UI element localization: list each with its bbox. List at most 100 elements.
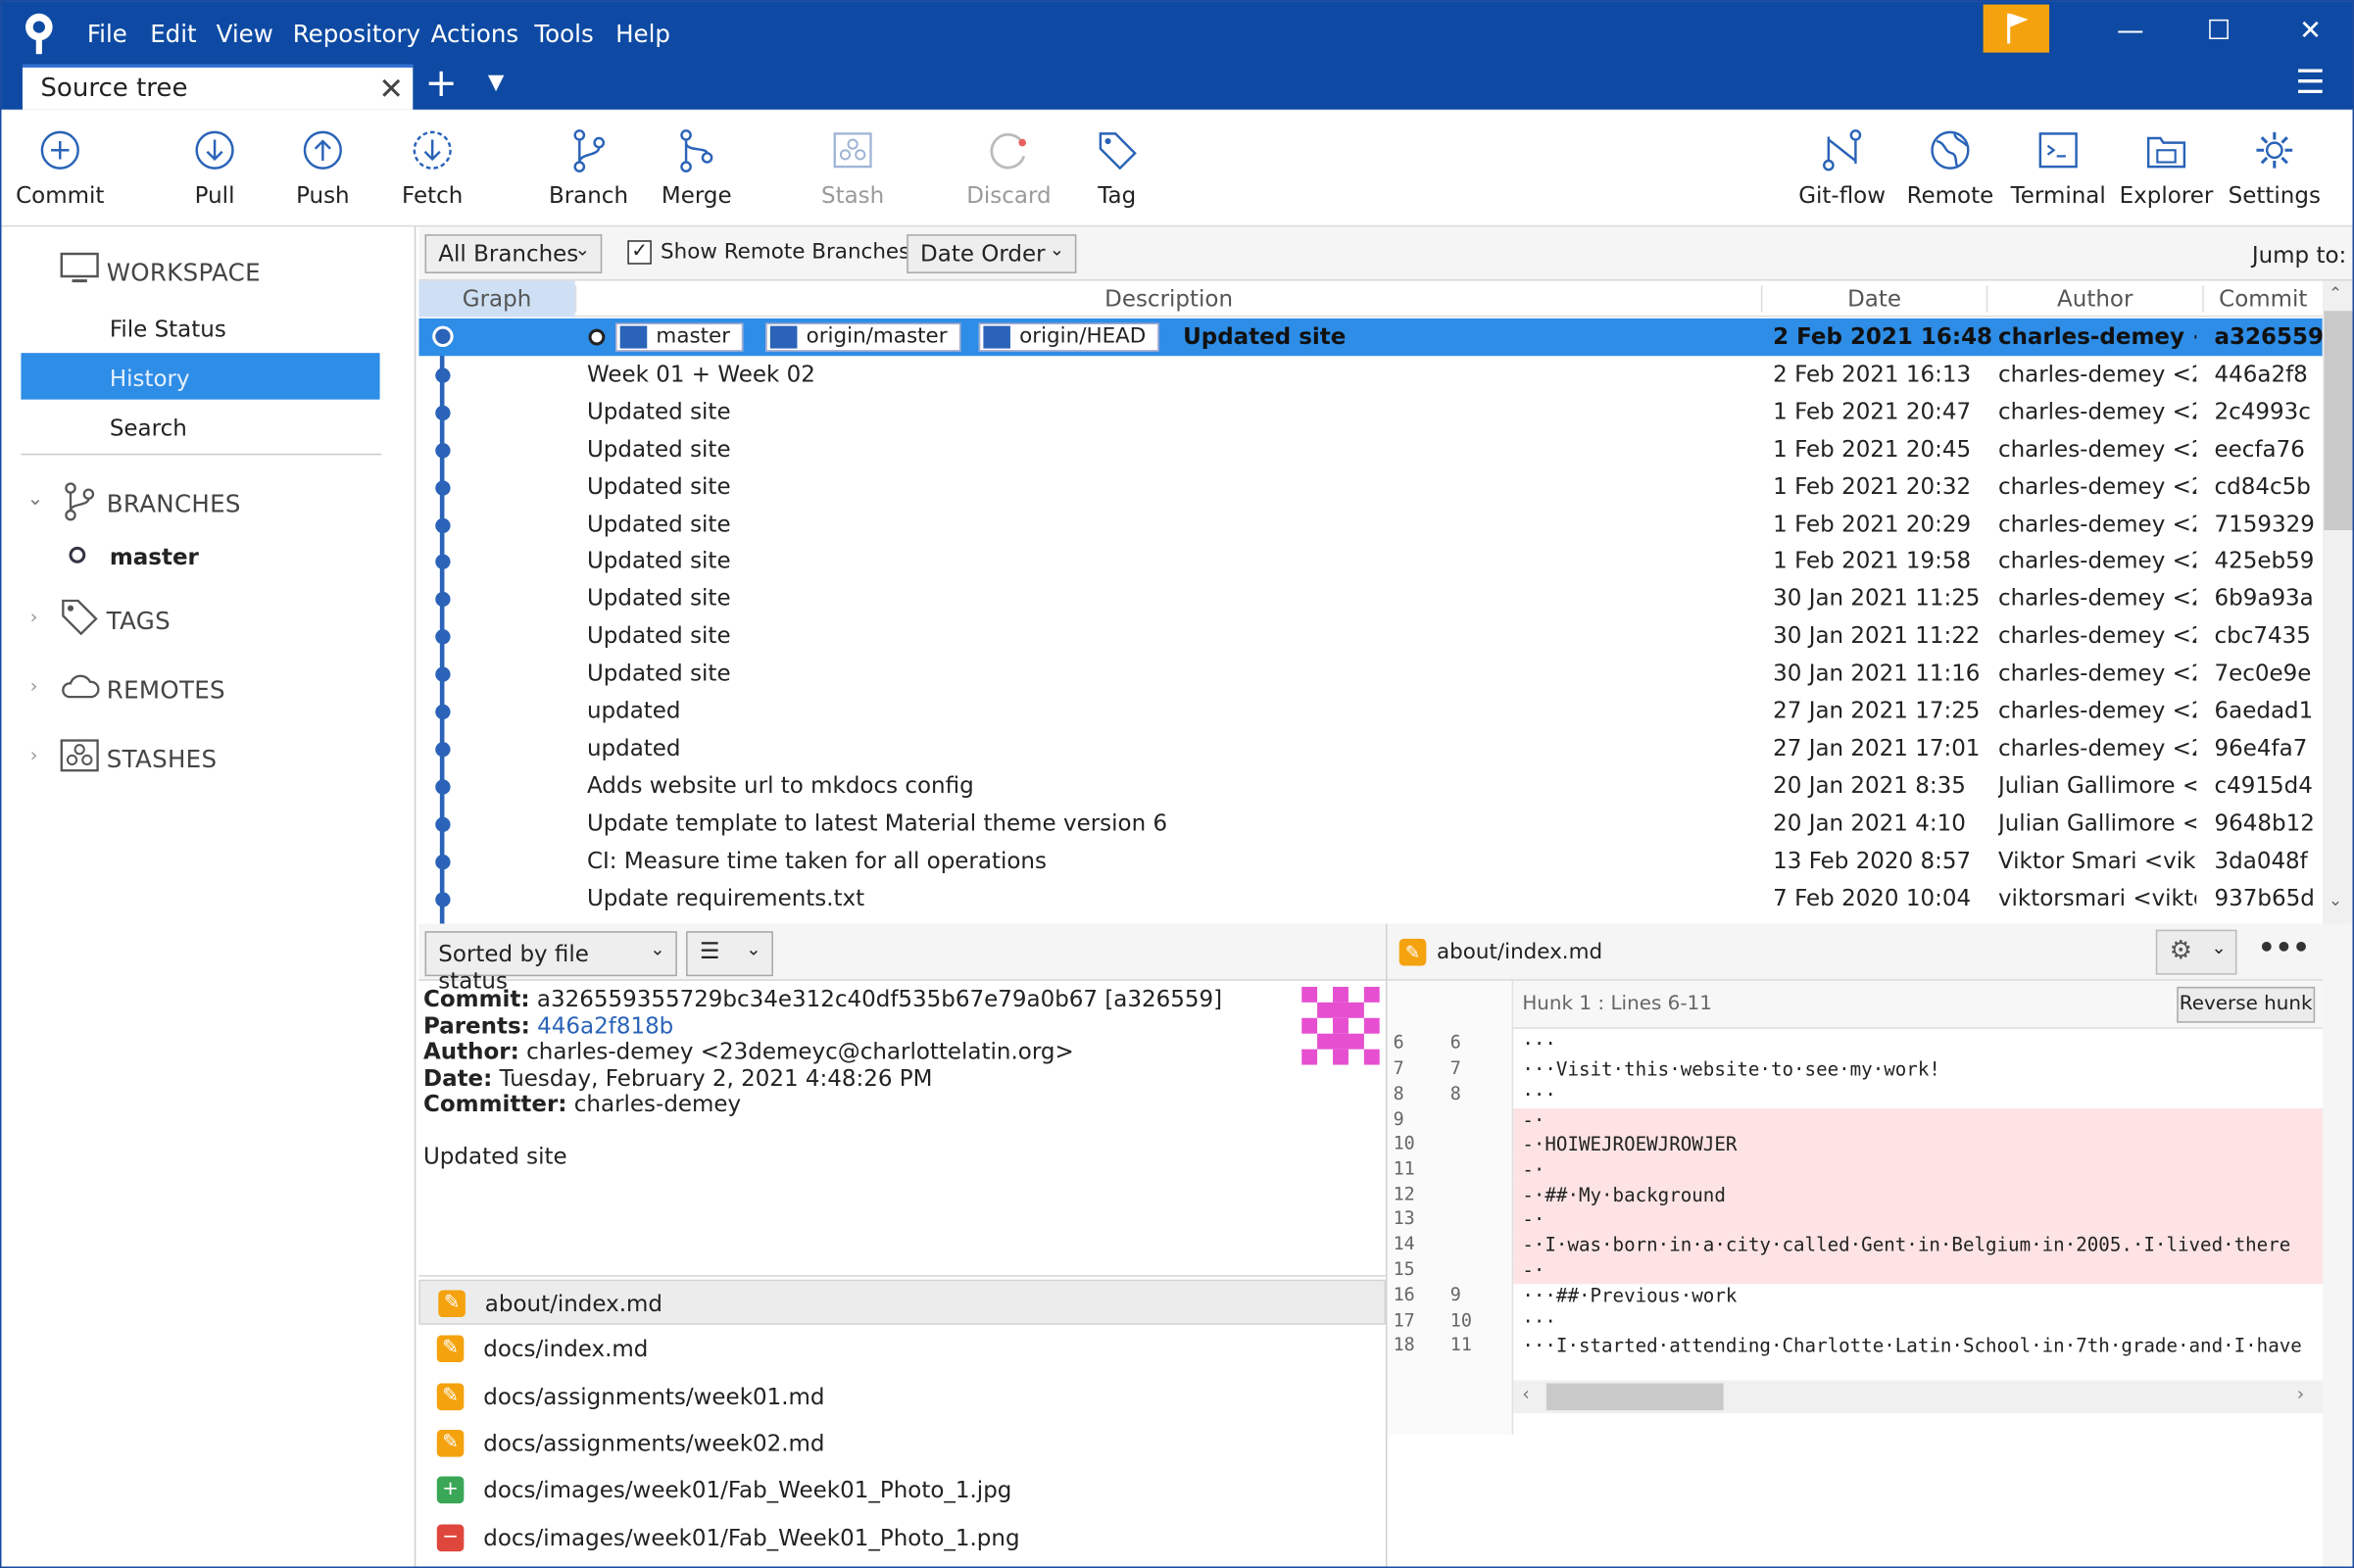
sidebar-branch-master[interactable]: master xyxy=(110,544,199,571)
diff-options-dropdown[interactable]: ⚙ ⌄ xyxy=(2155,929,2237,975)
commit-row[interactable]: Updated site 1 Feb 2021 20:29 charles-deme… xyxy=(418,506,2322,543)
commit-row[interactable]: Updated site 1 Feb 2021 20:32 charles-deme… xyxy=(418,468,2322,506)
view-mode-dropdown[interactable]: ☰ ⌄ xyxy=(686,931,773,977)
branch-ref-label[interactable]: origin/HEAD xyxy=(978,322,1160,352)
date-value: Tuesday, February 2, 2021 4:48:26 PM xyxy=(499,1063,933,1092)
merge-icon xyxy=(680,129,713,172)
changed-file-item[interactable]: ✎ about/index.md xyxy=(418,1279,1386,1325)
diff-panel-scrollbar[interactable] xyxy=(2322,923,2353,1567)
stashes-expand-chevron-icon[interactable]: › xyxy=(30,745,38,767)
minimize-button[interactable]: — xyxy=(2100,14,2160,50)
commit-row[interactable]: Adds website url to mkdocs config 20 Jan … xyxy=(418,767,2322,805)
gear-icon xyxy=(2256,131,2293,169)
changed-file-item[interactable]: ✎ docs/assignments/week02.md xyxy=(418,1421,1386,1466)
removed-code-line: -·##·My·background xyxy=(1513,1183,2325,1209)
menu-help[interactable]: Help xyxy=(615,20,670,48)
commit-hash: cd84c5b xyxy=(2214,472,2311,500)
maximize-button[interactable]: ☐ xyxy=(2188,14,2248,50)
column-header-graph[interactable]: Graph xyxy=(418,285,574,313)
commit-row[interactable]: Update requirements.txt 7 Feb 2020 10:04 v… xyxy=(418,879,2322,916)
reverse-hunk-button[interactable]: Reverse hunk xyxy=(2177,986,2316,1023)
menu-file[interactable]: File xyxy=(87,20,127,48)
commit-row[interactable]: Updated site 30 Jan 2021 11:25 charles-dem… xyxy=(418,580,2322,617)
toolbar-branch-button[interactable]: Branch xyxy=(533,110,644,227)
diff-scroll-thumb[interactable] xyxy=(1545,1383,1724,1411)
head-commit-node-icon xyxy=(432,325,454,348)
flag-button[interactable] xyxy=(1983,4,2050,53)
commit-row[interactable]: Updated site 30 Jan 2021 11:16 charles-dem… xyxy=(418,655,2322,692)
close-window-button[interactable]: ✕ xyxy=(2280,14,2340,50)
commit-row[interactable]: updated 27 Jan 2021 17:01 charles-demey <2… xyxy=(418,730,2322,767)
sort-by-dropdown[interactable]: Sorted by file status ⌄ xyxy=(424,931,677,995)
commit-row[interactable]: Week 01 + Week 02 2 Feb 2021 16:13 charles… xyxy=(418,356,2322,393)
toolbar-discard-button[interactable]: Discard xyxy=(951,110,1067,227)
commit-author: charles-demey <2 xyxy=(1997,510,2197,537)
column-header-commit[interactable]: Commit xyxy=(2202,285,2323,313)
scroll-up-icon[interactable]: ⌃ xyxy=(2329,284,2342,304)
new-tab-icon[interactable]: + xyxy=(425,62,458,107)
menu-view[interactable]: View xyxy=(217,20,273,48)
toolbar-git-flow-button[interactable]: Git-flow xyxy=(1788,110,1895,227)
scroll-down-icon[interactable]: ⌄ xyxy=(2329,891,2342,910)
show-remote-branches-checkbox[interactable]: ✓ xyxy=(627,240,652,265)
sidebar-item-history[interactable] xyxy=(21,353,380,400)
hamburger-menu-icon[interactable]: ☰ xyxy=(2295,65,2325,102)
commit-list-scroll-thumb[interactable] xyxy=(2324,311,2353,530)
scroll-right-icon[interactable]: › xyxy=(2297,1383,2304,1403)
tab-list-chevron-icon[interactable]: ▼ xyxy=(488,71,505,95)
branch-ref-label[interactable]: master xyxy=(615,322,744,352)
sidebar-branches-header[interactable]: BRANCHES xyxy=(107,490,241,518)
toolbar-push-button[interactable]: Push xyxy=(269,110,376,227)
sidebar-workspace-header[interactable]: WORKSPACE xyxy=(107,259,261,287)
toolbar-settings-button[interactable]: Settings xyxy=(2221,110,2329,227)
context-code-line: ··· xyxy=(1522,1031,1556,1054)
sidebar-item-search[interactable]: Search xyxy=(110,415,187,442)
toolbar-commit-button[interactable]: Commit xyxy=(8,110,113,227)
remotes-expand-chevron-icon[interactable]: › xyxy=(30,676,38,699)
changed-file-item[interactable]: − docs/images/week01/Fab_Week01_Photo_1.p… xyxy=(418,1515,1386,1560)
changed-file-item[interactable]: + docs/images/week01/Fab_Week01_Photo_1.j… xyxy=(418,1468,1386,1513)
toolbar-merge-button[interactable]: Merge xyxy=(641,110,752,227)
column-header-author[interactable]: Author xyxy=(1986,285,2203,313)
changed-file-item[interactable]: ✎ docs/index.md xyxy=(418,1327,1386,1372)
branches-collapse-chevron-icon[interactable]: ⌄ xyxy=(27,488,44,511)
menu-edit[interactable]: Edit xyxy=(150,20,196,48)
commit-row[interactable]: CI: Measure time taken for all operation… xyxy=(418,842,2322,879)
menu-tools[interactable]: Tools xyxy=(534,20,593,48)
commit-node-icon xyxy=(435,741,451,758)
parent-link[interactable]: 446a2f818b xyxy=(537,1011,673,1039)
branches-filter-dropdown[interactable]: All Branches ⌄ xyxy=(424,234,603,273)
sidebar-tags-header[interactable]: TAGS xyxy=(107,607,171,635)
commit-row[interactable]: Update template to latest Material theme… xyxy=(418,805,2322,842)
tab-close-icon[interactable]: ✕ xyxy=(378,71,404,107)
repo-tab[interactable]: Source tree ✕ xyxy=(22,64,414,110)
commit-row[interactable]: master origin/master origin/HEAD Updated si… xyxy=(418,318,2323,357)
commit-row[interactable]: Updated site 1 Feb 2021 20:45 charles-deme… xyxy=(418,430,2322,467)
sidebar-item-file-status[interactable]: File Status xyxy=(110,316,226,343)
date-order-dropdown[interactable]: Date Order ⌄ xyxy=(907,234,1077,273)
toolbar-fetch-button[interactable]: Fetch xyxy=(377,110,488,227)
toolbar-stash-button[interactable]: Stash xyxy=(797,110,907,227)
column-header-description[interactable]: Description xyxy=(574,285,1761,313)
branch-ref-label[interactable]: origin/master xyxy=(765,322,961,352)
commit-row[interactable]: Updated site 30 Jan 2021 11:22 charles-dem… xyxy=(418,617,2322,655)
tags-expand-chevron-icon[interactable]: › xyxy=(30,607,38,629)
sidebar-stashes-header[interactable]: STASHES xyxy=(107,745,218,773)
sidebar-remotes-header[interactable]: REMOTES xyxy=(107,676,225,705)
old-line-number: 10 xyxy=(1393,1132,1415,1154)
toolbar-explorer-button[interactable]: Explorer xyxy=(2112,110,2220,227)
changed-file-item[interactable]: ✎ docs/assignments/week01.md xyxy=(418,1374,1386,1419)
menu-repository[interactable]: Repository xyxy=(293,20,420,48)
file-path: docs/images/week01/Fab_Week01_Photo_1.jp… xyxy=(483,1476,1012,1504)
commit-row[interactable]: updated 27 Jan 2021 17:25 charles-demey <2… xyxy=(418,693,2322,730)
toolbar-remote-button[interactable]: Remote xyxy=(1896,110,2004,227)
toolbar-tag-button[interactable]: Tag xyxy=(1061,110,1172,227)
more-options-icon[interactable]: ••• xyxy=(2258,933,2310,964)
menu-actions[interactable]: Actions xyxy=(431,20,519,48)
commit-row[interactable]: Updated site 1 Feb 2021 20:47 charles-deme… xyxy=(418,393,2322,430)
toolbar-pull-button[interactable]: Pull xyxy=(161,110,269,227)
toolbar-terminal-button[interactable]: Terminal xyxy=(2004,110,2112,227)
column-header-date[interactable]: Date xyxy=(1760,285,1986,313)
commit-row[interactable]: Updated site 1 Feb 2021 19:58 charles-deme… xyxy=(418,543,2322,580)
scroll-left-icon[interactable]: ‹ xyxy=(1522,1383,1529,1403)
